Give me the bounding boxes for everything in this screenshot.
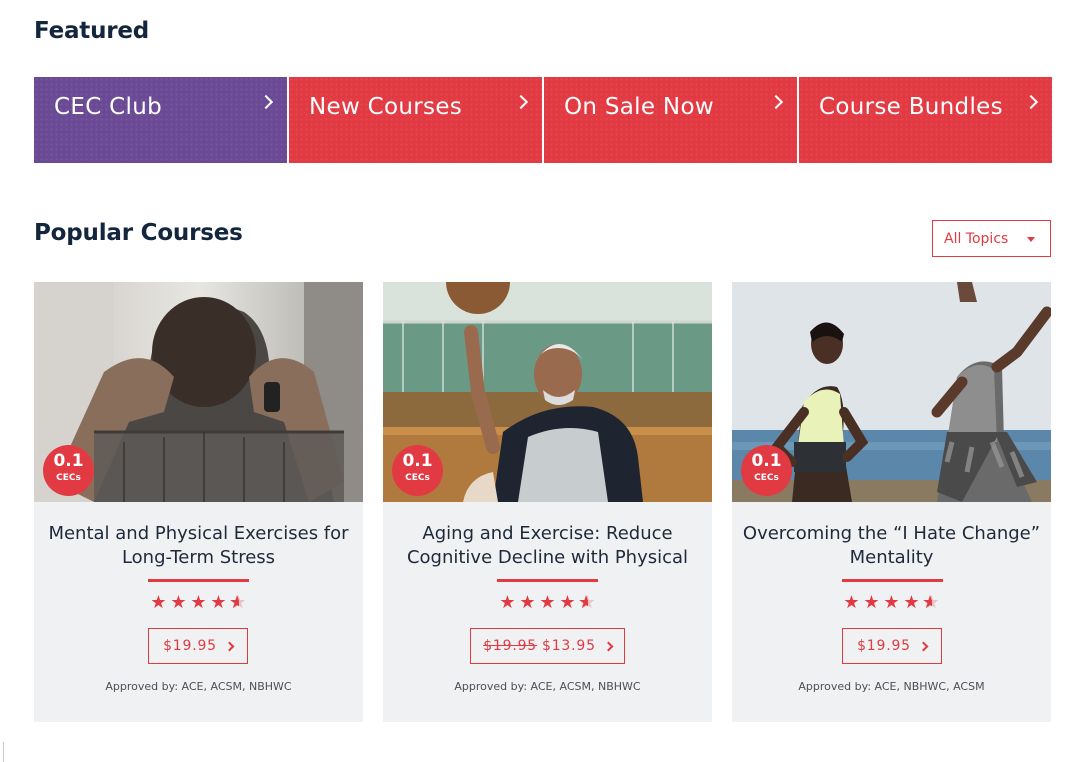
sale-price: $13.95 — [542, 638, 596, 654]
price: $19.95 — [857, 638, 911, 654]
cec-unit: CECs — [56, 473, 81, 483]
cec-unit: CECs — [405, 473, 430, 483]
cec-unit: CECs — [754, 473, 779, 483]
chevron-right-icon — [513, 94, 529, 110]
star-icon: ★ — [843, 592, 860, 613]
price-button[interactable]: $19.95 — [842, 628, 942, 664]
course-image[interactable]: 0.1 CECs — [732, 282, 1051, 502]
original-price: $19.95 — [483, 638, 537, 654]
featured-heading: Featured — [34, 18, 150, 44]
topics-filter-select[interactable]: All Topics — [932, 220, 1051, 257]
star-icon: ★ — [190, 592, 207, 613]
title-divider — [497, 579, 598, 582]
approved-by: Approved by: ACE, NBHWC, ACSM — [798, 680, 985, 693]
cec-badge: 0.1 CECs — [741, 445, 792, 496]
course-card[interactable]: 0.1 CECs Aging and Exercise: Reduce Cogn… — [383, 282, 712, 722]
cec-value: 0.1 — [751, 451, 782, 471]
chevron-right-icon — [768, 94, 784, 110]
course-image[interactable]: 0.1 CECs — [34, 282, 363, 502]
course-title[interactable]: Aging and Exercise: Reduce Cognitive Dec… — [393, 522, 702, 572]
chevron-right-icon — [603, 641, 614, 651]
tile-course-bundles[interactable]: Course Bundles — [799, 77, 1052, 163]
approved-by: Approved by: ACE, ACSM, NBHWC — [454, 680, 641, 693]
chevron-right-icon — [224, 641, 235, 651]
tile-label: CEC Club — [54, 94, 162, 120]
scroll-edge-divider — [3, 742, 4, 762]
star-icon: ★ — [150, 592, 167, 613]
topics-filter-value: All Topics — [944, 231, 1009, 247]
course-card[interactable]: 0.1 CECs Overcoming the “I Hate Change” … — [732, 282, 1051, 722]
star-icon: ★ — [170, 592, 187, 613]
tile-label: On Sale Now — [564, 94, 714, 120]
chevron-right-icon — [1023, 94, 1039, 110]
course-image[interactable]: 0.1 CECs — [383, 282, 712, 502]
cec-value: 0.1 — [53, 451, 84, 471]
star-half-icon: ★ — [229, 593, 248, 614]
tile-label: New Courses — [309, 94, 463, 120]
price: $19.95 — [163, 638, 217, 654]
star-rating: ★ ★ ★ ★ ★ — [383, 592, 712, 614]
cec-value: 0.1 — [402, 451, 433, 471]
course-title[interactable]: Mental and Physical Exercises for Long-T… — [44, 522, 353, 572]
star-icon: ★ — [499, 592, 516, 613]
cec-badge: 0.1 CECs — [43, 445, 94, 496]
title-divider — [842, 579, 943, 582]
star-half-icon: ★ — [922, 593, 941, 614]
caret-down-icon — [1027, 237, 1035, 242]
star-half-icon: ★ — [578, 593, 597, 614]
price-button[interactable]: $19.95 — [148, 628, 248, 664]
course-card[interactable]: 0.1 CECs Mental and Physical Exercises f… — [34, 282, 363, 722]
course-title[interactable]: Overcoming the “I Hate Change” Mentality — [742, 522, 1041, 572]
approved-by: Approved by: ACE, ACSM, NBHWC — [105, 680, 292, 693]
star-icon: ★ — [903, 592, 920, 613]
tile-label: Course Bundles — [819, 94, 1003, 120]
cec-badge: 0.1 CECs — [392, 445, 443, 496]
star-icon: ★ — [539, 592, 556, 613]
tile-on-sale-now[interactable]: On Sale Now — [544, 77, 797, 163]
star-icon: ★ — [210, 592, 227, 613]
featured-tiles: CEC Club New Courses On Sale Now Course … — [34, 77, 1052, 163]
title-divider — [148, 579, 249, 582]
price-button[interactable]: $19.95 $13.95 — [470, 628, 625, 664]
star-icon: ★ — [559, 592, 576, 613]
star-icon: ★ — [863, 592, 880, 613]
tile-new-courses[interactable]: New Courses — [289, 77, 542, 163]
star-icon: ★ — [519, 592, 536, 613]
chevron-right-icon — [258, 94, 274, 110]
chevron-right-icon — [918, 641, 929, 651]
star-rating: ★ ★ ★ ★ ★ — [732, 592, 1051, 614]
star-icon: ★ — [883, 592, 900, 613]
tile-cec-club[interactable]: CEC Club — [34, 77, 287, 163]
popular-courses-heading: Popular Courses — [34, 220, 243, 246]
star-rating: ★ ★ ★ ★ ★ — [34, 592, 363, 614]
